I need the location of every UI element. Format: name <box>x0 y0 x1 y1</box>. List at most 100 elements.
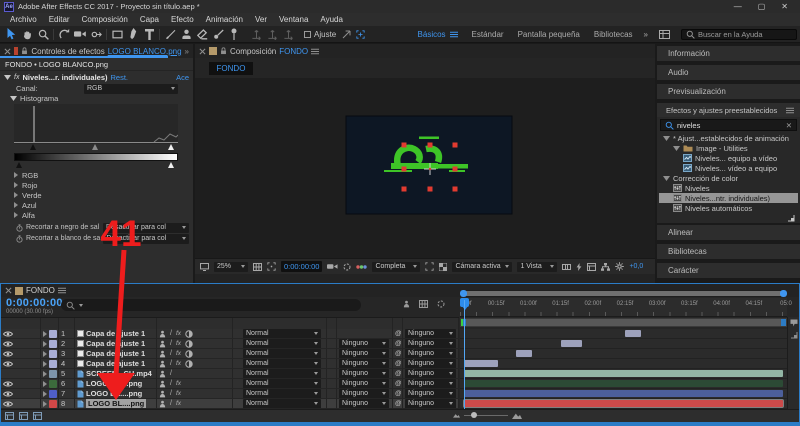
layer-t-cell[interactable] <box>327 389 337 398</box>
layer-label-cell[interactable] <box>41 359 59 368</box>
layer-t-cell[interactable] <box>327 329 337 338</box>
expand-layer-icon[interactable] <box>43 330 47 337</box>
hand-tool-icon[interactable] <box>19 27 35 42</box>
layer-row-2[interactable]: 2 Capa de ajuste 1/fx Normal Ninguno @ Ningun… <box>1 339 459 349</box>
panel-bar-audio[interactable]: Audio <box>657 65 800 80</box>
shy-switch-icon[interactable] <box>159 380 166 388</box>
maximize-button[interactable]: ▢ <box>758 2 766 11</box>
expand-layer-icon[interactable] <box>43 360 47 367</box>
label-color-chip[interactable] <box>49 349 57 358</box>
layer-row-3[interactable]: 3 Capa de ajuste 1/fx Normal Ninguno @ Ningun… <box>1 349 459 359</box>
exposure-value[interactable]: +0,0 <box>629 263 643 270</box>
expand-layer-icon[interactable] <box>43 370 47 377</box>
label-color-chip[interactable] <box>49 339 57 348</box>
channel-dropdown[interactable]: RGB <box>84 83 178 94</box>
twirl-right-icon[interactable] <box>14 172 18 178</box>
label-color-chip[interactable] <box>49 379 57 388</box>
matte-dropdown[interactable]: Ninguno <box>339 379 389 388</box>
menu-editar[interactable]: Editar <box>43 15 76 24</box>
stopwatch-icon[interactable] <box>16 234 23 243</box>
timeline-navigator[interactable] <box>460 290 787 297</box>
layer-label-cell[interactable] <box>41 389 59 398</box>
matte-dropdown[interactable]: Ninguno <box>339 339 389 348</box>
layer-duration-bar[interactable] <box>463 360 499 367</box>
layer-switches[interactable]: / fx <box>157 339 233 348</box>
pickwhip-icon[interactable]: @ <box>395 370 402 377</box>
zoom-slider-knob[interactable] <box>471 412 477 418</box>
expand-layer-icon[interactable] <box>43 380 47 387</box>
layer-t-cell[interactable] <box>327 399 337 408</box>
pixel-aspect-icon[interactable] <box>562 263 572 271</box>
navigator-start-handle[interactable] <box>460 290 467 297</box>
expand-layer-icon[interactable] <box>43 350 47 357</box>
track-lane-8[interactable] <box>460 399 787 409</box>
minimize-button[interactable]: — <box>734 2 742 11</box>
twirl-down-icon[interactable] <box>663 135 670 141</box>
composition-tabbar[interactable]: Composición FONDO <box>195 44 655 58</box>
matte-dropdown[interactable]: Ninguno <box>339 369 389 378</box>
fx-switch-icon[interactable]: fx <box>176 340 181 347</box>
layer-label-cell[interactable] <box>41 399 59 408</box>
layer-switches[interactable]: / <box>157 369 233 378</box>
mode-dropdown[interactable]: Normal <box>243 349 321 358</box>
tree-item-niveles-equipo-a-video[interactable]: Niveles... equipo a vídeo <box>659 153 798 163</box>
resize-grip-icon[interactable] <box>787 214 795 222</box>
layer-name-cell[interactable]: LOGO BL....png <box>75 379 157 388</box>
motion-blur-icon[interactable] <box>437 300 445 308</box>
panel-bar-alinear[interactable]: Alinear <box>657 225 800 240</box>
exposure-gear-icon[interactable] <box>615 262 625 271</box>
quality-switch-icon[interactable]: / <box>170 400 172 407</box>
comp-marker-icon[interactable] <box>790 319 798 327</box>
timeline-search-input[interactable] <box>61 299 361 311</box>
eye-icon[interactable] <box>3 400 13 407</box>
selection-tool-icon[interactable] <box>3 27 19 42</box>
matte-dropdown[interactable]: Ninguno <box>339 349 389 358</box>
mode-dropdown[interactable]: Normal <box>243 339 321 348</box>
effect-controls-tabbar[interactable]: Controles de efectos LOGO BLANCO.png » <box>0 44 193 58</box>
tree-item-niveles-ntr-individuales[interactable]: Niveles...ntr. individuales) <box>659 193 798 203</box>
label-color-chip[interactable] <box>49 329 57 338</box>
shy-switch-icon[interactable] <box>159 400 166 408</box>
tree-item-niveles[interactable]: Niveles <box>659 183 798 193</box>
twirl-down-icon[interactable] <box>663 175 670 181</box>
panel-menu-icon[interactable] <box>786 107 794 114</box>
twirl-right-icon[interactable] <box>14 212 18 218</box>
quality-switch-icon[interactable]: / <box>170 360 172 367</box>
twirl-down-icon[interactable] <box>673 145 680 151</box>
expand-layer-icon[interactable] <box>43 390 47 397</box>
input-white-slider[interactable] <box>168 144 174 150</box>
layer-parent-pickwhip[interactable]: @ <box>393 379 403 388</box>
mode-dropdown[interactable]: Normal <box>243 329 321 338</box>
layer-label-cell[interactable] <box>41 329 59 338</box>
panel-menu-icon[interactable] <box>57 287 66 294</box>
channel-group-rgb[interactable]: RGB <box>0 170 193 180</box>
layer-row-4[interactable]: 4 Capa de ajuste 1/fx Normal Ninguno @ Ningun… <box>1 359 459 369</box>
layer-name-cell[interactable]: Capa de ajuste 1 <box>75 339 157 348</box>
layer-parent-pickwhip[interactable]: @ <box>393 359 403 368</box>
presets-search-input[interactable]: niveles ✕ <box>660 119 797 131</box>
rotation-tool-icon[interactable] <box>56 27 72 42</box>
expand-transfer-controls-icon[interactable] <box>19 412 28 420</box>
shy-switch-icon[interactable] <box>159 390 166 398</box>
magnification-dropdown[interactable]: 25% <box>214 261 248 272</box>
layer-parent-pickwhip[interactable]: @ <box>393 399 403 408</box>
expand-inout-icon[interactable] <box>33 412 42 420</box>
shape-arrow-icon[interactable] <box>342 30 351 39</box>
panel-bar-informacion[interactable]: Información <box>657 46 800 61</box>
parent-dropdown[interactable]: Ninguno <box>405 329 456 338</box>
layer-name-cell[interactable]: LOGO BL....png <box>75 389 157 398</box>
menu-animacion[interactable]: Animación <box>200 15 249 24</box>
lock-icon[interactable] <box>21 47 28 55</box>
brush-tool-icon[interactable] <box>162 27 178 42</box>
fx-switch-icon[interactable]: fx <box>176 400 181 407</box>
transparency-grid-icon[interactable] <box>439 262 448 271</box>
roto-brush-tool-icon[interactable] <box>210 27 226 42</box>
eye-icon[interactable] <box>3 360 13 367</box>
shy-switch-icon[interactable] <box>159 360 166 368</box>
track-lane-4[interactable] <box>460 359 787 369</box>
layer-row-1[interactable]: 1 Capa de ajuste 1 / fx Normal @ Ninguno <box>1 329 459 339</box>
input-black-slider[interactable] <box>30 144 36 150</box>
twirl-down-icon[interactable] <box>10 96 17 101</box>
panel-bar-previsualizacion[interactable]: Previsualización <box>657 84 800 99</box>
shy-switch-icon[interactable] <box>159 350 166 358</box>
